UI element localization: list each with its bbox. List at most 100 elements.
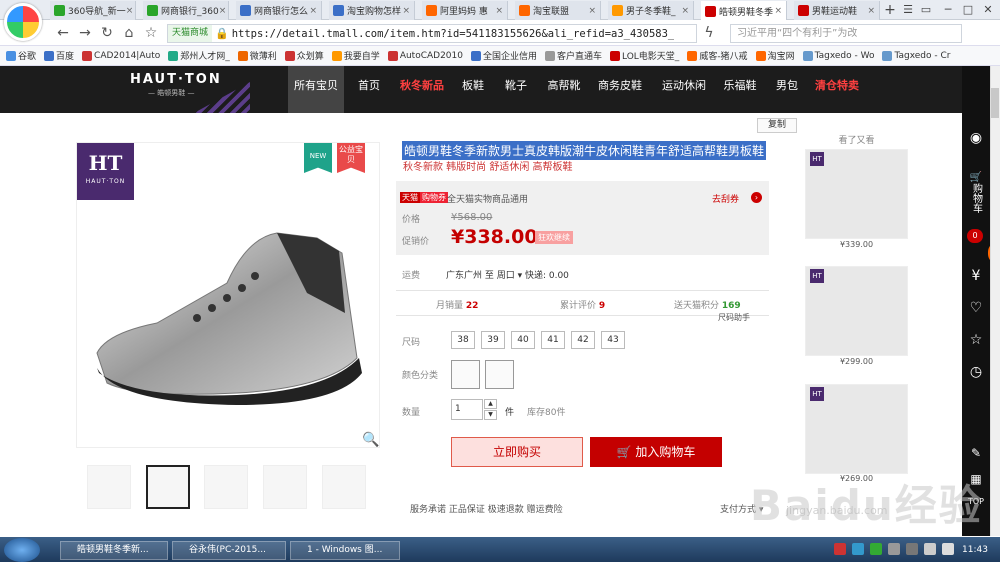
- browser-tab[interactable]: 男鞋运动鞋 ×: [794, 1, 880, 20]
- back-icon[interactable]: ←: [54, 24, 72, 42]
- nav-item[interactable]: 所有宝贝: [288, 66, 344, 113]
- browser-tab[interactable]: 阿里妈妈 惠 ×: [422, 1, 508, 20]
- bookmark-item[interactable]: 淘宝网: [755, 49, 795, 62]
- nav-item[interactable]: 商务皮鞋: [592, 66, 648, 113]
- tab-close-icon[interactable]: ×: [126, 6, 135, 16]
- color-option-black[interactable]: [485, 360, 514, 389]
- nav-item[interactable]: 运动休闲: [654, 66, 714, 113]
- nav-item[interactable]: 高帮靴: [542, 66, 586, 113]
- bookmark-item[interactable]: 谷歌: [6, 49, 36, 62]
- nav-item[interactable]: 清仓特卖: [810, 66, 864, 113]
- nav-item[interactable]: 首页: [350, 66, 388, 113]
- size-option[interactable]: 41: [541, 331, 565, 349]
- taskbar-item[interactable]: 皓顿男鞋冬季新...: [60, 541, 168, 560]
- heart-icon[interactable]: ♡: [962, 300, 990, 316]
- bookmark-item[interactable]: 众划算: [284, 49, 324, 62]
- tray-icon[interactable]: [906, 543, 918, 555]
- search-input[interactable]: 习近平用“四个有利于”为改: [730, 24, 962, 43]
- size-option[interactable]: 40: [511, 331, 535, 349]
- tab-close-icon[interactable]: ×: [588, 6, 600, 16]
- thumbnail[interactable]: [204, 465, 248, 509]
- tray-icon[interactable]: [834, 543, 846, 555]
- history-icon[interactable]: ◷: [962, 364, 990, 380]
- close-window-icon[interactable]: ✕: [980, 2, 996, 18]
- quantity-decrease[interactable]: ▼: [484, 410, 497, 420]
- cart-sidebar[interactable]: 🛒 购物车: [962, 172, 990, 216]
- browser-tab[interactable]: 360导航_新一 ×: [50, 1, 136, 20]
- browser-tab[interactable]: 网商银行_360 ×: [143, 1, 229, 20]
- shipping-info[interactable]: 广东广州 至 周口 ▾ 快递: 0.00: [446, 268, 569, 281]
- thumbnail[interactable]: [322, 465, 366, 509]
- nav-item[interactable]: 靴子: [496, 66, 536, 113]
- color-option-silver[interactable]: [451, 360, 480, 389]
- menu-icon[interactable]: ☰: [900, 2, 916, 18]
- favorite-star-icon[interactable]: ☆: [962, 332, 990, 348]
- zoom-icon[interactable]: 🔍: [362, 432, 379, 448]
- start-button[interactable]: [4, 538, 40, 562]
- tray-icon[interactable]: [870, 543, 882, 555]
- bookmark-item[interactable]: 微薄利: [237, 49, 277, 62]
- browser-logo-icon[interactable]: [4, 3, 42, 41]
- tab-close-icon[interactable]: ×: [867, 6, 879, 16]
- scrollbar[interactable]: [990, 66, 1000, 536]
- nav-item[interactable]: 男包: [768, 66, 806, 113]
- url-text[interactable]: https://detail.tmall.com/item.htm?id=541…: [232, 28, 675, 40]
- size-option[interactable]: 38: [451, 331, 475, 349]
- tab-close-icon[interactable]: ×: [309, 6, 321, 16]
- quantity-input[interactable]: 1: [451, 399, 483, 420]
- bookmark-item[interactable]: 全国企业信用: [470, 49, 537, 62]
- shop-brand[interactable]: HAUT·TON: [130, 72, 222, 87]
- refresh-icon[interactable]: ↻: [98, 24, 116, 42]
- size-option[interactable]: 39: [481, 331, 505, 349]
- tab-close-icon[interactable]: ×: [774, 6, 786, 16]
- currency-icon[interactable]: ¥: [962, 268, 990, 284]
- tray-icon[interactable]: [888, 543, 900, 555]
- volume-icon[interactable]: [942, 543, 954, 555]
- arrow-right-icon[interactable]: ›: [751, 192, 762, 203]
- nav-item[interactable]: 乐福鞋: [718, 66, 762, 113]
- size-option[interactable]: 42: [571, 331, 595, 349]
- bookmark-item[interactable]: Tagxedo - Wo: [802, 50, 874, 61]
- bookmark-item[interactable]: AutoCAD2010: [387, 50, 463, 61]
- new-tab-button[interactable]: +: [882, 2, 898, 18]
- star-icon[interactable]: ☆: [142, 24, 160, 42]
- edit-icon[interactable]: ✎: [962, 446, 990, 460]
- browser-tab[interactable]: 淘宝联盟 ×: [515, 1, 601, 20]
- nav-item[interactable]: 秋冬新品: [394, 66, 450, 113]
- nav-item[interactable]: 板鞋: [456, 66, 490, 113]
- coupon-link[interactable]: 去刮券: [712, 192, 739, 205]
- size-helper[interactable]: 尺码助手: [718, 312, 750, 323]
- tab-close-icon[interactable]: ×: [219, 6, 228, 16]
- forward-icon[interactable]: →: [76, 24, 94, 42]
- thumbnail-selected[interactable]: [146, 465, 190, 509]
- bookmark-item[interactable]: Tagxedo - Cr: [882, 50, 950, 61]
- add-to-cart-button[interactable]: 🛒 加入购物车: [590, 437, 722, 467]
- avatar-icon[interactable]: ◉: [962, 130, 990, 146]
- minimize-icon[interactable]: ─: [940, 2, 956, 18]
- lightning-icon[interactable]: ϟ: [700, 24, 718, 42]
- quantity-increase[interactable]: ▲: [484, 399, 497, 409]
- recommend-price[interactable]: ¥339.00: [805, 240, 908, 249]
- bookmark-item[interactable]: 威客-猪八戒: [687, 49, 748, 62]
- tab-close-icon[interactable]: ×: [402, 6, 414, 16]
- review-count[interactable]: 累计评价 9: [560, 298, 605, 311]
- bookmark-item[interactable]: 我要自学: [331, 49, 380, 62]
- bookmark-item[interactable]: 百度: [44, 49, 74, 62]
- tab-close-icon[interactable]: ×: [495, 6, 507, 16]
- network-icon[interactable]: [924, 543, 936, 555]
- tray-icon[interactable]: [852, 543, 864, 555]
- thumbnail[interactable]: [87, 465, 131, 509]
- taskbar-item[interactable]: 谷永伟(PC-2015...: [172, 541, 286, 560]
- maximize-icon[interactable]: □: [960, 2, 976, 18]
- bookmark-item[interactable]: 郑州人才网_: [168, 49, 230, 62]
- scrollbar-thumb[interactable]: [991, 88, 999, 118]
- recommend-price[interactable]: ¥299.00: [805, 357, 908, 366]
- clock[interactable]: 11:43: [962, 545, 988, 555]
- thumbnail[interactable]: [263, 465, 307, 509]
- taskbar-item[interactable]: 1 - Windows 图...: [290, 541, 400, 560]
- browser-tab[interactable]: 淘宝购物怎样 ×: [329, 1, 415, 20]
- bookmark-item[interactable]: 客户直通车: [545, 49, 602, 62]
- bookmark-item[interactable]: LOL电影天堂_: [610, 49, 679, 62]
- home-icon[interactable]: ⌂: [120, 24, 138, 42]
- buy-now-button[interactable]: 立即购买: [451, 437, 583, 467]
